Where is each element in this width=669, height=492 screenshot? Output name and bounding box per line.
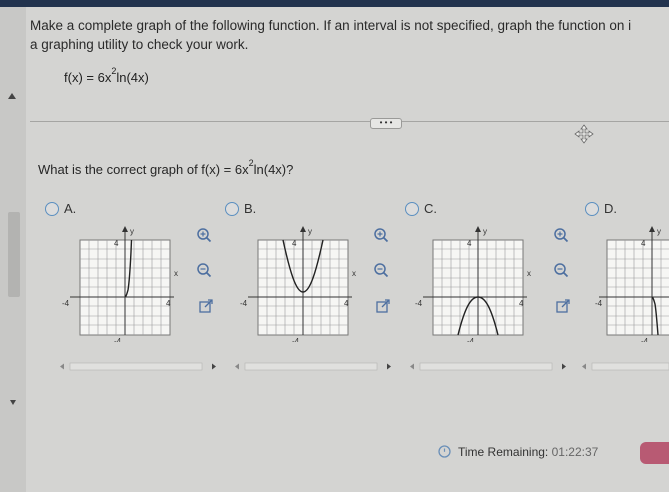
- question-exponent: 2: [248, 158, 254, 168]
- graph-c: y x 4 -4 -4 4: [415, 226, 531, 342]
- external-link-icon[interactable]: [375, 298, 391, 314]
- timer-tab[interactable]: [640, 442, 669, 464]
- time-remaining-label: Time Remaining:: [458, 445, 549, 459]
- graph-a-x-tick-neg: -4: [62, 299, 70, 308]
- question-suffix: ln(4x)?: [253, 162, 294, 177]
- zoom-in-icon[interactable]: [373, 227, 389, 243]
- zoom-in-icon[interactable]: [553, 227, 569, 243]
- graph-d-scrollbar[interactable]: [580, 362, 669, 371]
- scroll-up-arrow-icon[interactable]: [8, 93, 16, 99]
- graph-b-y-tick-pos: 4: [292, 239, 297, 248]
- graph-d-x-tick-neg: -4: [595, 299, 603, 308]
- option-c[interactable]: C.: [405, 201, 437, 216]
- graph-d-y-tick-neg: -4: [641, 337, 649, 342]
- graph-c-x-tick-pos: 4: [519, 299, 524, 308]
- zoom-out-icon[interactable]: [196, 262, 212, 278]
- function-prefix: f(x) = 6x: [64, 70, 112, 85]
- graph-a-x-label: x: [174, 269, 178, 278]
- graph-d: y 4 -4 -4: [595, 226, 669, 342]
- top-header-bar: [0, 0, 669, 7]
- radio-b[interactable]: [225, 202, 239, 216]
- graph-b: y x 4 -4 -4 4: [240, 226, 356, 342]
- graph-a-y-tick-neg: -4: [114, 337, 122, 342]
- question-prefix: What is the correct graph of f(x) = 6x: [38, 162, 249, 177]
- external-link-icon[interactable]: [555, 298, 571, 314]
- graph-c-scrollbar[interactable]: [408, 362, 576, 371]
- graph-d-y-label: y: [657, 227, 661, 236]
- graph-c-x-label: x: [527, 269, 531, 278]
- zoom-out-icon[interactable]: [373, 262, 389, 278]
- option-a-label: A.: [64, 201, 77, 216]
- graph-b-x-label: x: [352, 269, 356, 278]
- graph-b-x-tick-pos: 4: [344, 299, 349, 308]
- radio-c[interactable]: [405, 202, 419, 216]
- instructions: Make a complete graph of the following f…: [30, 16, 669, 54]
- scroll-down-arrow-icon[interactable]: [10, 400, 16, 405]
- option-c-label: C.: [424, 201, 437, 216]
- graph-b-y-tick-neg: -4: [292, 337, 300, 342]
- graph-a-x-tick-pos: 4: [166, 299, 171, 308]
- left-scroll-strip[interactable]: [0, 7, 26, 492]
- option-b[interactable]: B.: [225, 201, 256, 216]
- radio-d[interactable]: [585, 202, 599, 216]
- section-divider: [30, 121, 669, 122]
- move-icon[interactable]: [574, 124, 594, 144]
- graph-d-y-tick-pos: 4: [641, 239, 646, 248]
- zoom-in-icon[interactable]: [196, 227, 212, 243]
- instructions-line-1: Make a complete graph of the following f…: [30, 18, 632, 33]
- graph-b-y-label: y: [308, 227, 312, 236]
- graph-a: y x 4 -4 -4 4: [62, 226, 178, 342]
- graph-b-scrollbar[interactable]: [233, 362, 401, 371]
- function-display: f(x) = 6x2ln(4x): [64, 66, 149, 85]
- external-link-icon[interactable]: [198, 298, 214, 314]
- graph-c-y-tick-neg: -4: [467, 337, 475, 342]
- scroll-thumb[interactable]: [8, 212, 20, 297]
- function-suffix: ln(4x): [116, 70, 149, 85]
- option-d[interactable]: D.: [585, 201, 617, 216]
- graph-b-x-tick-neg: -4: [240, 299, 248, 308]
- option-b-label: B.: [244, 201, 257, 216]
- time-remaining-value: 01:22:37: [551, 445, 599, 459]
- more-button[interactable]: • • •: [370, 118, 402, 129]
- graph-a-y-tick-pos: 4: [114, 239, 119, 248]
- radio-a[interactable]: [45, 202, 59, 216]
- time-remaining: Time Remaining: 01:22:37: [438, 445, 598, 459]
- option-a[interactable]: A.: [45, 201, 76, 216]
- option-d-label: D.: [604, 201, 617, 216]
- graph-c-x-tick-neg: -4: [415, 299, 423, 308]
- function-exponent: 2: [111, 66, 117, 76]
- graph-c-y-tick-pos: 4: [467, 239, 472, 248]
- graph-a-y-label: y: [130, 227, 134, 236]
- graph-c-y-label: y: [483, 227, 487, 236]
- question-text: What is the correct graph of f(x) = 6x2l…: [38, 158, 294, 177]
- zoom-out-icon[interactable]: [553, 262, 569, 278]
- instructions-line-2: a graphing utility to check your work.: [30, 37, 249, 52]
- graph-a-scrollbar[interactable]: [58, 362, 226, 371]
